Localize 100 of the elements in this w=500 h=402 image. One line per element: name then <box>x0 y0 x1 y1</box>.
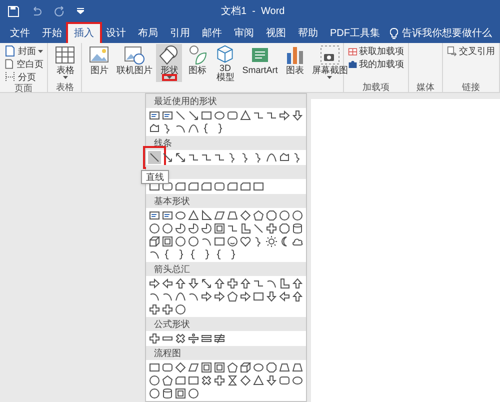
shape-icon[interactable] <box>239 209 252 222</box>
shape-icon[interactable] <box>187 209 200 222</box>
shape-icon[interactable] <box>148 387 161 400</box>
shape-icon[interactable] <box>291 209 304 222</box>
shape-icon[interactable] <box>265 151 278 164</box>
shape-icon[interactable] <box>200 209 213 222</box>
shape-icon[interactable] <box>291 277 304 290</box>
ribbon-button[interactable]: 图标 <box>184 44 210 82</box>
shape-icon[interactable] <box>174 374 187 387</box>
shape-icon[interactable] <box>213 209 226 222</box>
shape-icon[interactable] <box>174 222 187 235</box>
shape-icon[interactable] <box>226 290 239 303</box>
shape-icon[interactable] <box>252 222 265 235</box>
shape-icon[interactable] <box>239 222 252 235</box>
shape-icon[interactable] <box>213 374 226 387</box>
shape-icon[interactable] <box>200 180 213 193</box>
ribbon-button[interactable]: 表格 <box>52 44 78 82</box>
shape-icon[interactable] <box>200 290 213 303</box>
shape-icon[interactable] <box>148 332 161 345</box>
ribbon-button[interactable]: 我的加载项 <box>348 58 404 70</box>
ribbon-button[interactable]: 屏幕截图 <box>310 44 350 82</box>
redo-icon[interactable] <box>54 6 65 16</box>
shape-icon[interactable] <box>239 290 252 303</box>
shape-icon[interactable] <box>213 235 226 248</box>
shape-icon[interactable] <box>278 277 291 290</box>
shape-icon[interactable] <box>200 374 213 387</box>
shape-icon[interactable] <box>252 209 265 222</box>
shape-icon[interactable] <box>148 222 161 235</box>
ribbon-button[interactable]: SmartArt <box>240 44 280 82</box>
shape-icon[interactable] <box>187 361 200 374</box>
shape-icon[interactable] <box>239 109 252 122</box>
shape-icon[interactable] <box>148 109 161 122</box>
shape-icon[interactable] <box>187 109 200 122</box>
shape-icon[interactable] <box>278 151 291 164</box>
shape-icon[interactable] <box>291 374 304 387</box>
shape-icon[interactable] <box>187 122 200 135</box>
shape-icon[interactable] <box>187 180 200 193</box>
shape-icon[interactable] <box>213 290 226 303</box>
ribbon-button[interactable]: 形状 <box>156 44 182 82</box>
shape-icon[interactable] <box>200 332 213 345</box>
ribbon-tab[interactable]: 视图 <box>260 24 292 43</box>
shape-icon[interactable] <box>161 374 174 387</box>
shape-icon[interactable] <box>291 109 304 122</box>
shape-icon[interactable] <box>200 361 213 374</box>
shape-icon[interactable] <box>187 387 200 400</box>
ribbon-button[interactable]: 分页 <box>4 71 44 83</box>
ribbon-tab[interactable]: 布局 <box>132 24 164 43</box>
shape-icon[interactable] <box>265 209 278 222</box>
undo-icon[interactable] <box>31 6 42 16</box>
shape-icon[interactable] <box>200 277 213 290</box>
shape-icon[interactable] <box>265 290 278 303</box>
shape-icon[interactable] <box>278 361 291 374</box>
shape-icon[interactable] <box>161 209 174 222</box>
ribbon-button[interactable]: 图片 <box>86 44 112 82</box>
ribbon-tab[interactable]: 帮助 <box>292 24 324 43</box>
shape-icon[interactable] <box>161 180 174 193</box>
shape-icon[interactable] <box>148 151 161 164</box>
shape-icon[interactable] <box>226 109 239 122</box>
ribbon-button[interactable]: 图表 <box>282 44 308 82</box>
shape-icon[interactable] <box>213 332 226 345</box>
shape-icon[interactable] <box>148 277 161 290</box>
ribbon-button[interactable]: 3D 模型 <box>212 44 238 82</box>
ribbon-button[interactable]: 空白页 <box>4 58 44 70</box>
shape-icon[interactable] <box>161 361 174 374</box>
shape-icon[interactable] <box>278 290 291 303</box>
shape-icon[interactable] <box>278 209 291 222</box>
shape-icon[interactable] <box>252 180 265 193</box>
shape-icon[interactable] <box>265 374 278 387</box>
ribbon-tab[interactable]: PDF工具集 <box>324 24 386 43</box>
shape-icon[interactable] <box>252 374 265 387</box>
shape-icon[interactable] <box>265 235 278 248</box>
shape-icon[interactable] <box>187 222 200 235</box>
shape-icon[interactable] <box>161 109 174 122</box>
shape-icon[interactable] <box>200 109 213 122</box>
ribbon-button[interactable]: 封面 <box>4 45 44 57</box>
customize-caret-icon[interactable] <box>77 8 84 14</box>
shape-icon[interactable] <box>148 235 161 248</box>
shape-icon[interactable] <box>161 151 174 164</box>
shape-icon[interactable] <box>174 290 187 303</box>
shape-icon[interactable] <box>161 303 174 316</box>
ribbon-button[interactable]: 交叉引用 <box>447 45 495 57</box>
ribbon-tab[interactable]: 开始 <box>36 24 68 43</box>
shape-icon[interactable] <box>278 222 291 235</box>
shape-icon[interactable] <box>226 361 239 374</box>
shape-icon[interactable] <box>239 277 252 290</box>
shape-icon[interactable] <box>200 222 213 235</box>
shape-icon[interactable] <box>174 303 187 316</box>
shape-icon[interactable] <box>226 209 239 222</box>
shape-icon[interactable] <box>252 290 265 303</box>
shape-icon[interactable] <box>226 235 239 248</box>
shape-icon[interactable] <box>291 361 304 374</box>
shape-icon[interactable] <box>174 235 187 248</box>
shape-icon[interactable] <box>161 387 174 400</box>
ribbon-tab[interactable]: 审阅 <box>228 24 260 43</box>
shape-icon[interactable] <box>278 109 291 122</box>
shape-icon[interactable] <box>174 277 187 290</box>
shape-icon[interactable] <box>239 374 252 387</box>
shape-icon[interactable] <box>187 332 200 345</box>
shape-icon[interactable] <box>148 209 161 222</box>
ribbon-tab[interactable]: 插入 <box>68 24 100 43</box>
